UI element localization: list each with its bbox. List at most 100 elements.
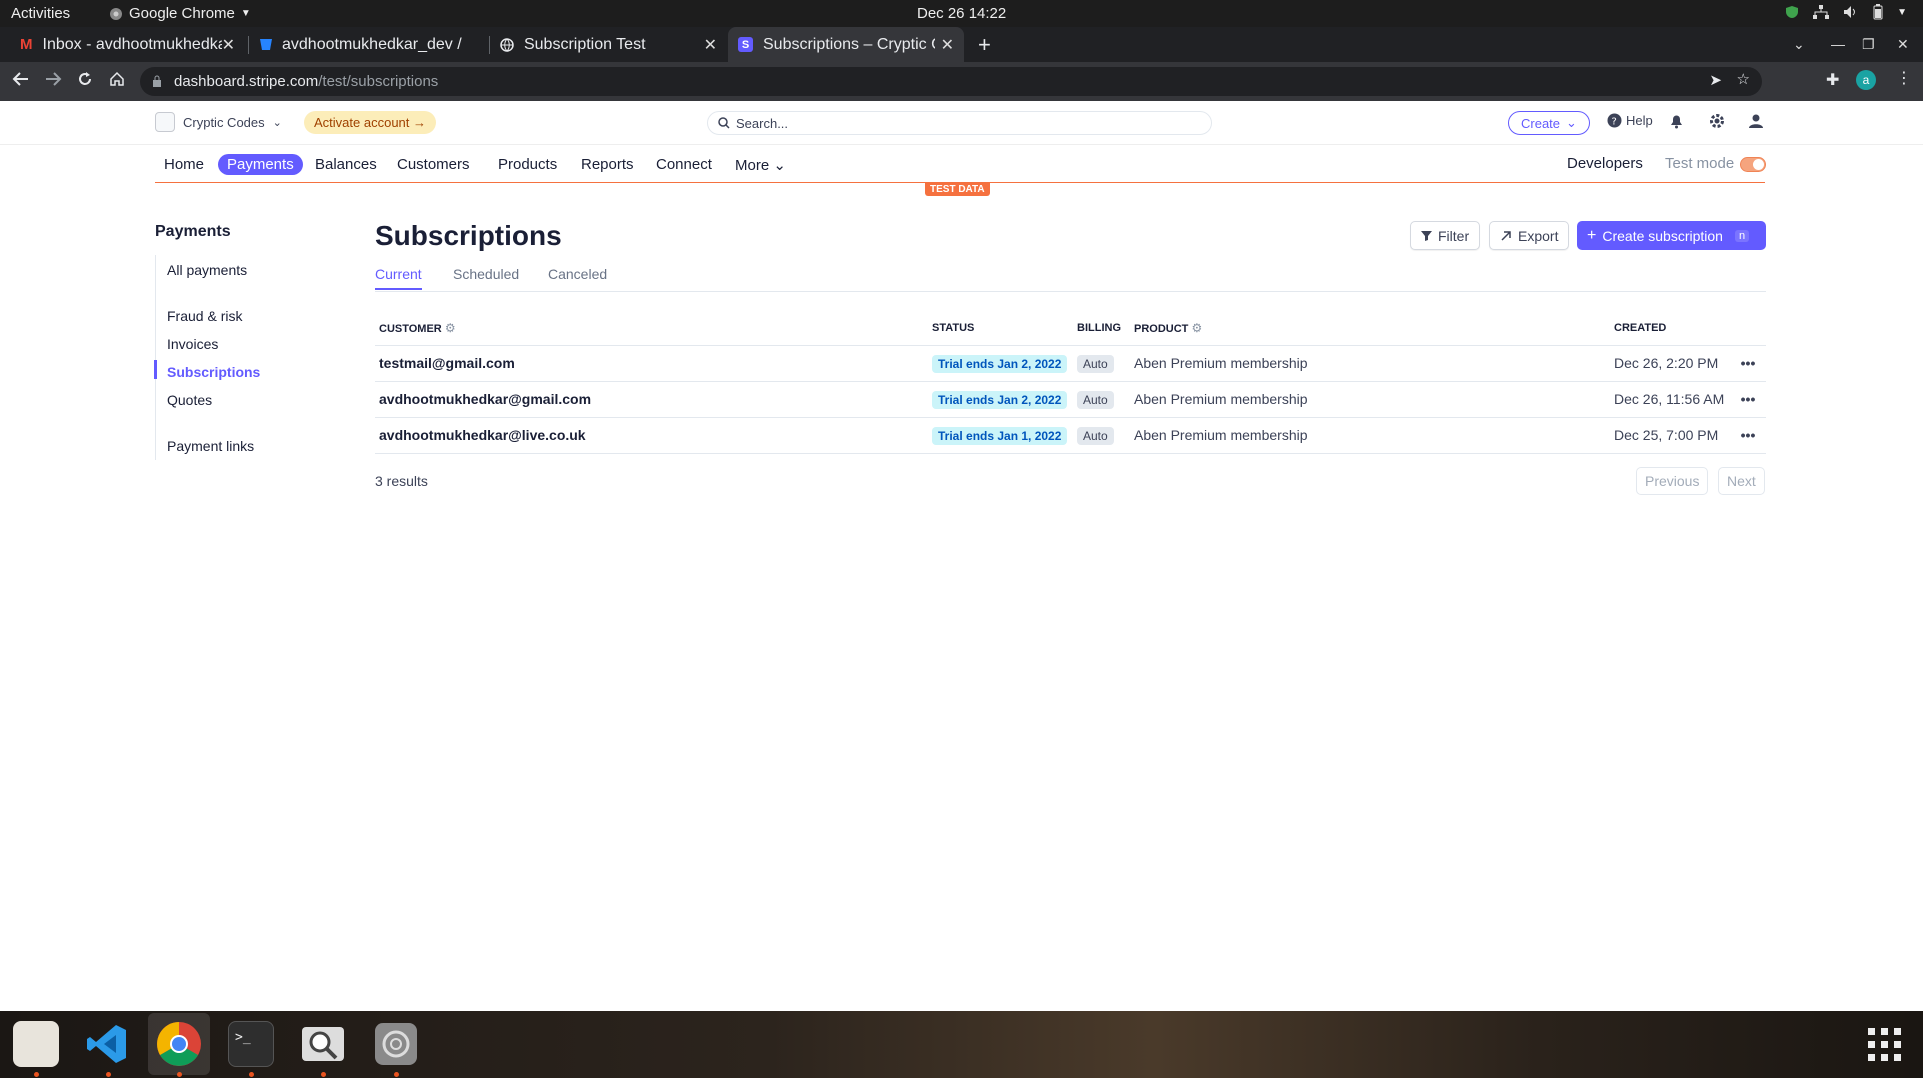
activities-button[interactable]: Activities [11,5,70,22]
sidebar-item-quotes[interactable]: Quotes [167,392,212,408]
terminal-icon[interactable]: >_ [228,1021,274,1067]
app-icon[interactable] [373,1021,419,1067]
filter-button[interactable]: Filter [1410,221,1481,250]
help-button[interactable]: ? Help [1607,113,1653,128]
row-actions-icon[interactable]: ••• [1730,381,1766,418]
nav-home[interactable]: Home [155,154,213,175]
table-header-row: CUSTOMER ⚙ STATUS BILLING PRODUCT ⚙ CREA… [375,312,1766,346]
reload-icon[interactable] [77,71,93,87]
tab-bitbucket[interactable]: avdhootmukhedkar_dev / [250,27,488,62]
gear-icon[interactable] [1709,113,1725,129]
bell-icon[interactable] [1669,113,1684,129]
maximize-icon[interactable]: ❐ [1862,36,1875,53]
customer-email[interactable]: testmail@gmail.com [375,345,928,382]
tab-title: Inbox - avdhootmukhedkar [42,35,222,53]
close-icon[interactable]: ✕ [704,35,717,55]
kebab-menu-icon[interactable]: ⋮ [1896,68,1912,88]
chrome-icon[interactable] [156,1021,202,1067]
files-icon[interactable] [13,1021,59,1067]
table-row[interactable]: avdhootmukhedkar@live.co.uk Trial ends J… [375,417,1766,454]
stripe-header: Cryptic Codes ⌄ Activate account → Searc… [0,101,1923,145]
sidebar-item-subscriptions[interactable]: Subscriptions [167,364,260,380]
profile-avatar[interactable]: a [1856,70,1876,90]
status-cell: Trial ends Jan 2, 2022 [928,381,1073,418]
create-subscription-button[interactable]: + Create subscription n [1577,221,1766,250]
next-button[interactable]: Next [1718,467,1765,495]
tab-current[interactable]: Current [375,266,422,290]
tab-title: Subscriptions – Cryptic Codes [763,35,935,53]
status-badge: Trial ends Jan 1, 2022 [932,427,1068,445]
tab-gmail[interactable]: M Inbox - avdhootmukhedkar ✕ [10,27,245,62]
gear-icon[interactable]: ⚙ [445,321,456,335]
shield-icon [1786,6,1799,18]
back-icon[interactable] [12,71,30,87]
tab-title: Subscription Test [523,35,646,53]
nav-products[interactable]: Products [489,154,566,175]
running-indicator [249,1072,254,1077]
nav-reports[interactable]: Reports [572,154,643,175]
developers-link[interactable]: Developers [1567,155,1643,172]
account-switcher[interactable]: Cryptic Codes ⌄ [155,112,282,132]
tab-search-icon[interactable]: ⌄ [1793,36,1805,53]
vscode-icon[interactable] [84,1021,130,1067]
gear-icon[interactable]: ⚙ [1191,321,1202,335]
create-button[interactable]: Create ⌄ [1508,111,1590,135]
nav-connect[interactable]: Connect [647,154,721,175]
created-date: Dec 25, 7:00 PM [1610,417,1730,454]
sidebar-item-fraud-risk[interactable]: Fraud & risk [167,308,242,324]
chevron-down-icon: ⌄ [1566,115,1577,130]
home-icon[interactable] [109,71,125,87]
help-label: Help [1626,113,1653,128]
star-icon[interactable]: ☆ [1737,70,1750,88]
test-mode-toggle[interactable] [1740,157,1766,172]
sidebar-item-payment-links[interactable]: Payment links [167,438,254,454]
tab-scheduled[interactable]: Scheduled [453,266,519,282]
chevron-down-icon: ⌄ [773,157,786,174]
nav-more[interactable]: More ⌄ [726,154,795,176]
export-icon [1501,230,1511,241]
screenshot-viewer-icon[interactable] [300,1021,346,1067]
new-tab-icon[interactable]: + [978,32,991,58]
send-icon[interactable]: ➤ [1709,71,1722,89]
address-bar[interactable]: dashboard.stripe.com/test/subscriptions … [140,67,1762,96]
tab-canceled[interactable]: Canceled [548,266,607,282]
tab-stripe-subscriptions[interactable]: S Subscriptions – Cryptic Codes ✕ [728,27,964,62]
customer-email[interactable]: avdhootmukhedkar@gmail.com [375,381,928,418]
forward-icon[interactable] [44,71,62,87]
test-mode-label: Test mode [1665,155,1735,172]
nav-customers[interactable]: Customers [388,154,479,175]
user-icon[interactable] [1748,113,1764,129]
extensions-icon[interactable]: ✚ [1826,70,1839,90]
system-tray[interactable]: ▼ [1785,4,1907,20]
app-grid-icon[interactable] [1868,1028,1902,1062]
export-button[interactable]: Export [1489,221,1570,250]
customer-email[interactable]: avdhootmukhedkar@live.co.uk [375,417,928,454]
close-icon[interactable]: ✕ [941,35,954,55]
sidebar-item-all-payments[interactable]: All payments [167,262,247,278]
minimize-icon[interactable]: — [1831,36,1845,52]
status-cell: Trial ends Jan 1, 2022 [928,417,1073,454]
nav-payments[interactable]: Payments [218,154,303,175]
filter-icon [1421,231,1432,241]
sidebar-item-invoices[interactable]: Invoices [167,336,218,352]
nav-balances[interactable]: Balances [306,154,386,175]
close-icon[interactable]: ✕ [222,35,235,55]
column-billing: BILLING [1073,312,1130,346]
previous-button[interactable]: Previous [1636,467,1709,495]
column-status: STATUS [928,312,1073,346]
results-count: 3 results [375,473,428,489]
window-close-icon[interactable]: ✕ [1897,36,1909,53]
help-icon: ? [1607,113,1622,128]
row-actions-icon[interactable]: ••• [1730,345,1766,382]
clock[interactable]: Dec 26 14:22 [917,5,1006,22]
sidebar-rule [155,255,156,460]
product-name: Aben Premium membership [1130,417,1610,454]
activate-account-button[interactable]: Activate account → [304,111,437,134]
row-actions-icon[interactable]: ••• [1730,417,1766,454]
table-row[interactable]: avdhootmukhedkar@gmail.com Trial ends Ja… [375,381,1766,418]
table-row[interactable]: testmail@gmail.com Trial ends Jan 2, 202… [375,345,1766,382]
status-badge: Trial ends Jan 2, 2022 [932,391,1068,409]
search-input[interactable]: Search... [707,111,1212,135]
app-menu[interactable]: Google Chrome ▼ [109,5,251,22]
tab-subscription-test[interactable]: Subscription Test ✕ [490,27,727,62]
